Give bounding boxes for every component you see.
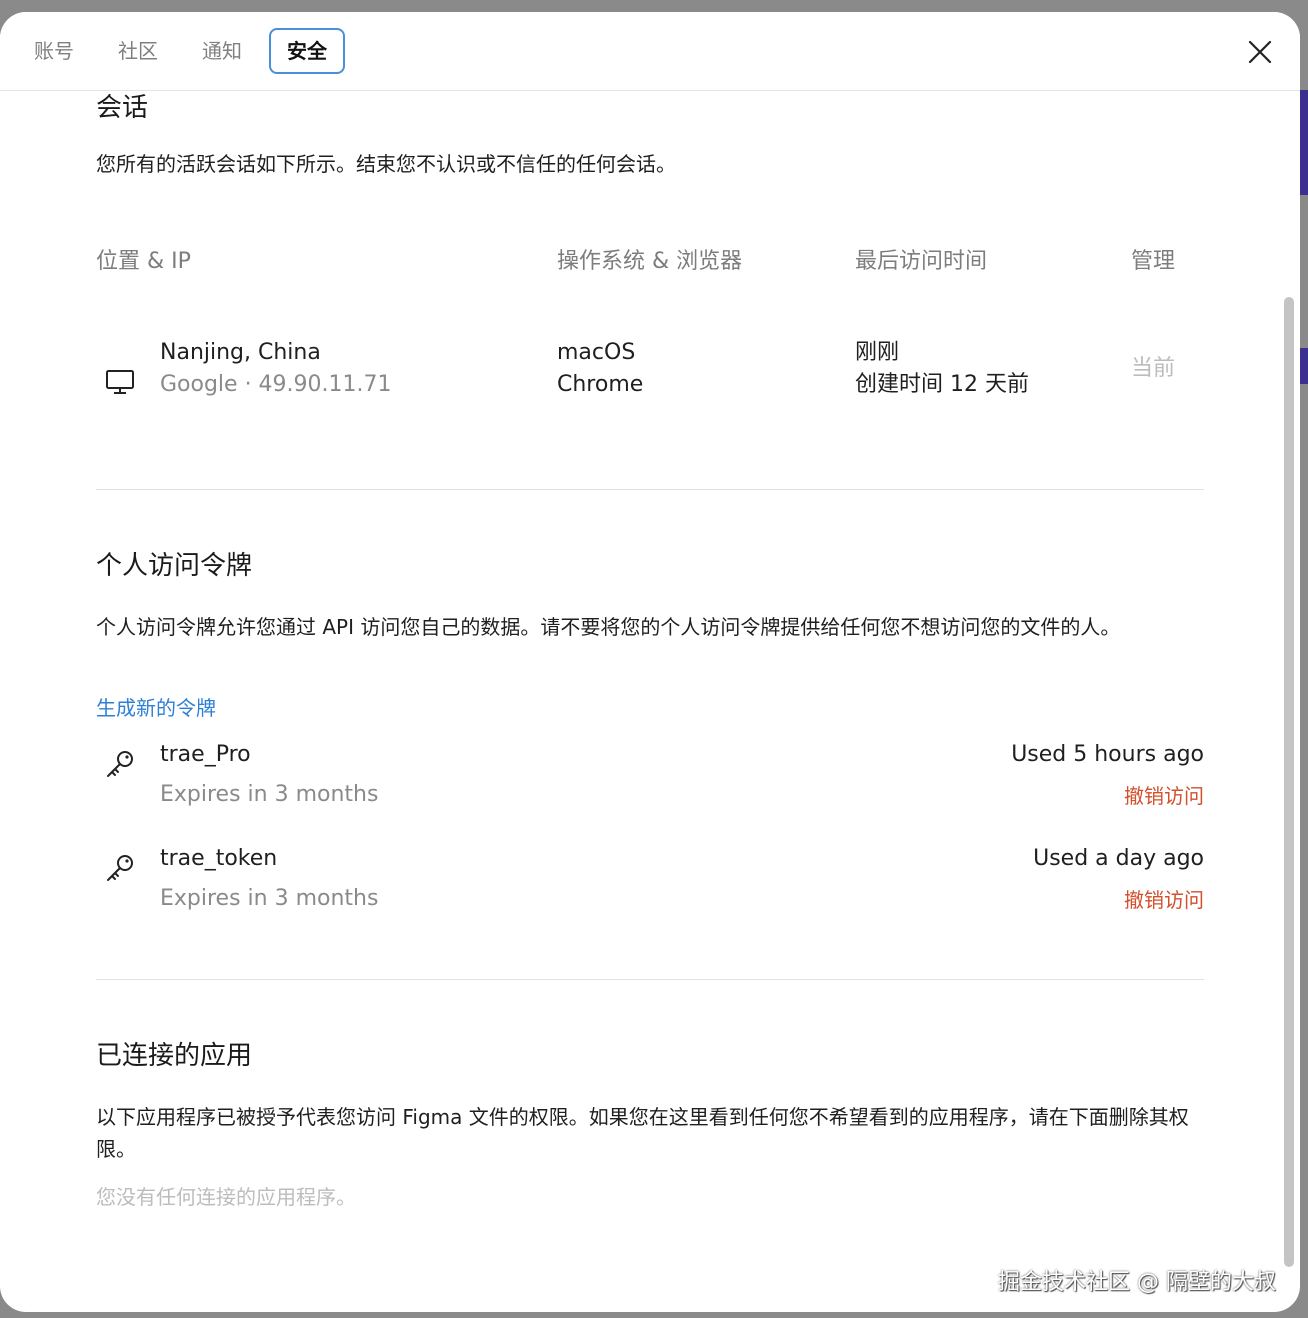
session-manage-status: 当前: [1131, 356, 1176, 381]
sessions-title: 会话: [96, 93, 149, 123]
tab-community[interactable]: 社区: [108, 28, 168, 74]
column-header-os-browser: 操作系统 & 浏览器: [557, 249, 743, 274]
session-os: macOS: [557, 340, 636, 365]
tab-security[interactable]: 安全: [269, 28, 345, 74]
session-created: 创建时间 12 天前: [855, 372, 1029, 397]
session-ip: Google · 49.90.11.71: [160, 372, 392, 397]
token-name: trae_token: [160, 846, 278, 871]
token-name: trae_Pro: [160, 742, 251, 767]
monitor-icon: [106, 370, 134, 394]
settings-modal: 账号 社区 通知 安全 会话 您所有的活跃会话如下所示。结束您不认识或不信任的任…: [0, 12, 1300, 1312]
section-divider: [96, 979, 1204, 980]
section-divider: [96, 489, 1204, 490]
key-icon: [107, 751, 133, 777]
revoke-access-button[interactable]: 撤销访问: [1124, 780, 1204, 809]
token-expires: Expires in 3 months: [160, 886, 379, 911]
tokens-description: 个人访问令牌允许您通过 API 访问您自己的数据。请不要将您的个人访问令牌提供给…: [96, 615, 1121, 639]
scrollbar[interactable]: [1284, 297, 1294, 1267]
tokens-title: 个人访问令牌: [96, 551, 253, 581]
column-header-location: 位置 & IP: [96, 249, 191, 274]
watermark: 掘金技术社区 @ 隔壁的大叔: [998, 1270, 1276, 1295]
column-header-last-access: 最后访问时间: [855, 249, 988, 274]
session-last-access: 刚刚: [855, 340, 900, 365]
token-last-used: Used a day ago: [1033, 846, 1204, 871]
modal-header: 账号 社区 通知 安全: [0, 12, 1300, 91]
close-icon[interactable]: [1246, 38, 1274, 66]
column-header-manage: 管理: [1131, 249, 1176, 274]
apps-title: 已连接的应用: [96, 1041, 253, 1071]
key-icon: [107, 855, 133, 881]
apps-description: 以下应用程序已被授予代表您访问 Figma 文件的权限。如果您在这里看到任何您不…: [96, 1105, 1189, 1161]
apps-empty-state: 您没有任何连接的应用程序。: [96, 1185, 356, 1209]
sessions-description: 您所有的活跃会话如下所示。结束您不认识或不信任的任何会话。: [96, 152, 676, 176]
modal-content: 会话 您所有的活跃会话如下所示。结束您不认识或不信任的任何会话。 位置 & IP…: [0, 91, 1300, 1312]
token-last-used: Used 5 hours ago: [1011, 742, 1204, 767]
tab-notifications[interactable]: 通知: [192, 28, 252, 74]
session-browser: Chrome: [557, 372, 644, 397]
generate-token-link[interactable]: 生成新的令牌: [96, 692, 216, 721]
token-expires: Expires in 3 months: [160, 782, 379, 807]
revoke-access-button[interactable]: 撤销访问: [1124, 884, 1204, 913]
tab-account[interactable]: 账号: [24, 28, 84, 74]
session-location: Nanjing, China: [160, 340, 321, 365]
